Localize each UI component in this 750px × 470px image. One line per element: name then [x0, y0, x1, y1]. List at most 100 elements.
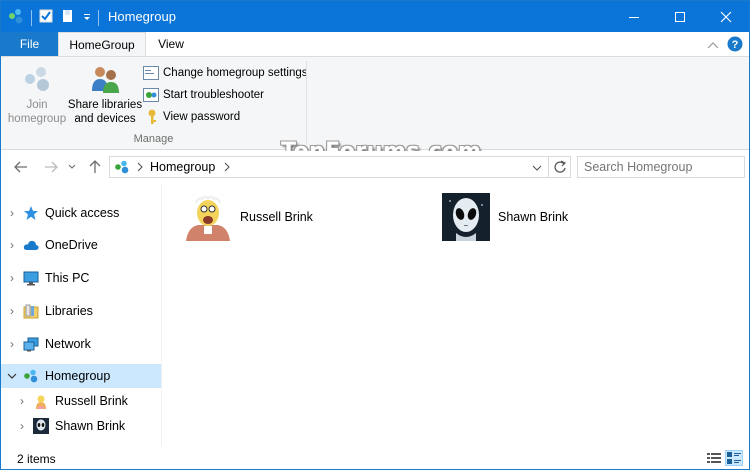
chevron-down-icon[interactable] — [1, 369, 23, 383]
settings-window-icon — [143, 66, 159, 80]
homegroup-icon[interactable] — [7, 7, 25, 28]
tab-file[interactable]: File — [1, 32, 58, 56]
ribbon-tabs: File HomeGroup View ? — [1, 32, 749, 57]
address-dropdown-icon[interactable] — [532, 164, 542, 172]
ribbon-controls: ? — [707, 36, 743, 55]
navigation-pane: › Quick access › OneDrive › This PC › Li… — [1, 184, 162, 446]
status-bar: 2 items — [1, 447, 749, 469]
manage-commands: Change homegroup settings Start troubles… — [143, 62, 308, 128]
key-icon — [148, 109, 156, 124]
share-label-line1: Share libraries — [67, 99, 143, 111]
search-box[interactable] — [577, 156, 745, 178]
close-button[interactable] — [703, 1, 749, 32]
address-bar[interactable]: Homegroup — [109, 156, 549, 178]
minimize-button[interactable] — [611, 1, 657, 32]
chevron-right-icon[interactable]: › — [1, 304, 23, 318]
chevron-right-icon[interactable]: › — [11, 419, 33, 433]
command-label: Change homegroup settings — [163, 67, 308, 79]
refresh-icon — [553, 160, 566, 173]
address-location[interactable]: Homegroup — [150, 160, 215, 174]
back-button[interactable] — [11, 157, 31, 177]
up-arrow-icon — [89, 160, 101, 173]
help-button[interactable]: ? — [727, 36, 743, 55]
nav-item-shawn-brink[interactable]: › Shawn Brink — [1, 414, 161, 438]
troubleshooter-icon — [143, 88, 159, 102]
window-title: Homegroup — [108, 9, 176, 24]
close-icon — [720, 11, 732, 22]
maximize-button[interactable] — [657, 1, 703, 32]
recent-locations-button[interactable] — [65, 157, 79, 177]
nav-item-label: Shawn Brink — [55, 419, 126, 433]
toolbar-separator — [98, 9, 99, 26]
customize-toolbar-icon[interactable] — [82, 11, 92, 25]
search-input[interactable] — [578, 157, 744, 177]
nav-item-label: This PC — [45, 271, 90, 285]
homegroup-icon — [23, 368, 39, 384]
refresh-button[interactable] — [549, 156, 571, 178]
nav-item-russell-brink[interactable]: › Russell Brink — [1, 389, 161, 413]
start-troubleshooter-button[interactable]: Start troubleshooter — [143, 84, 308, 106]
nav-item-libraries[interactable]: › Libraries — [1, 299, 161, 323]
homegroup-icon — [115, 160, 129, 174]
share-libraries-button[interactable]: Share libraries and devices — [67, 63, 143, 126]
user-name: Russell Brink — [240, 210, 313, 224]
breadcrumb-separator-icon[interactable] — [223, 162, 231, 172]
share-users-icon — [92, 67, 119, 93]
tiles-view-button[interactable] — [725, 450, 743, 466]
command-label: Start troubleshooter — [163, 89, 265, 101]
ribbon: Join homegroup Share libraries and devic… — [1, 56, 749, 150]
chevron-right-icon[interactable]: › — [11, 394, 33, 408]
nav-item-label: Libraries — [45, 304, 93, 318]
user-avatar-icon — [33, 393, 49, 409]
chevron-right-icon[interactable]: › — [1, 271, 23, 285]
chevron-down-icon — [68, 164, 76, 169]
nav-item-label: Quick access — [45, 206, 120, 220]
details-view-button[interactable] — [705, 450, 723, 466]
explorer-window: Homegroup File HomeGroup View ? Join hom… — [0, 0, 750, 470]
chevron-right-icon[interactable]: › — [1, 238, 23, 252]
title-bar: Homegroup — [1, 1, 749, 32]
nav-item-this-pc[interactable]: › This PC — [1, 266, 161, 290]
up-button[interactable] — [85, 157, 105, 177]
homegroup-user-item[interactable]: Shawn Brink — [442, 193, 568, 241]
toolbar-separator — [31, 9, 32, 26]
cloud-icon — [23, 237, 39, 253]
navigation-bar: Homegroup — [1, 151, 749, 183]
change-homegroup-settings-button[interactable]: Change homegroup settings — [143, 62, 308, 84]
tab-homegroup[interactable]: HomeGroup — [58, 32, 146, 57]
libraries-icon — [23, 303, 39, 319]
svg-text:?: ? — [732, 39, 739, 51]
user-name: Shawn Brink — [498, 210, 569, 224]
ribbon-group-label: Manage — [133, 133, 174, 145]
forward-arrow-icon — [45, 161, 58, 173]
quick-access-toolbar — [7, 7, 99, 28]
share-label-line2: and devices — [74, 113, 136, 125]
ribbon-group-separator — [306, 61, 307, 145]
star-icon — [23, 205, 39, 221]
network-icon — [23, 336, 39, 352]
maximize-icon — [675, 11, 685, 22]
command-label: View password — [163, 111, 241, 123]
nav-item-quick-access[interactable]: › Quick access — [1, 201, 161, 225]
nav-item-homegroup[interactable]: Homegroup — [1, 364, 161, 388]
join-homegroup-icon — [25, 67, 49, 91]
join-homegroup-button[interactable]: Join homegroup — [7, 63, 67, 126]
details-view-icon — [707, 453, 721, 463]
nav-item-network[interactable]: › Network — [1, 332, 161, 356]
homegroup-user-item[interactable]: Russell Brink — [184, 193, 313, 241]
chevron-right-icon[interactable]: › — [1, 337, 23, 351]
nav-item-onedrive[interactable]: › OneDrive — [1, 233, 161, 257]
item-count: 2 items — [17, 452, 56, 466]
back-arrow-icon — [14, 161, 27, 173]
view-password-button[interactable]: View password — [143, 106, 308, 128]
new-folder-icon[interactable] — [60, 8, 76, 27]
chevron-right-icon[interactable]: › — [1, 206, 23, 220]
forward-button[interactable] — [41, 157, 61, 177]
breadcrumb-separator-icon — [137, 162, 143, 172]
nav-item-label: Russell Brink — [55, 394, 128, 408]
properties-icon[interactable] — [38, 8, 54, 27]
minimize-ribbon-button[interactable] — [707, 39, 719, 53]
tab-view[interactable]: View — [146, 32, 196, 56]
user-avatar-icon — [33, 418, 49, 434]
help-icon: ? — [727, 36, 743, 52]
